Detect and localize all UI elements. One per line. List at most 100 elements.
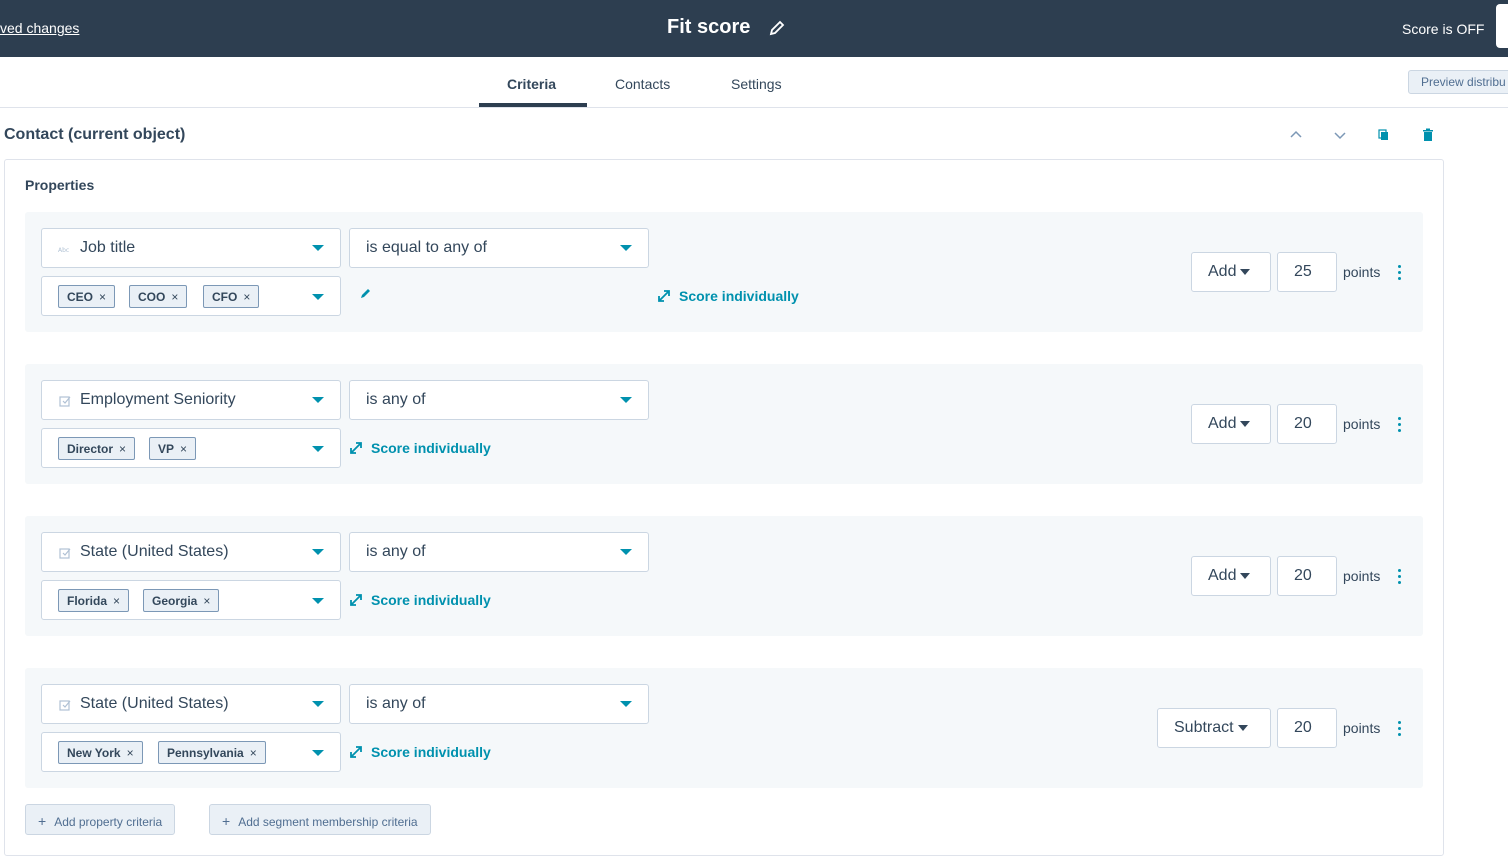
action-select[interactable]: Add [1191,404,1271,444]
remove-tag-icon[interactable]: × [119,442,126,456]
value-tag[interactable]: Director × [58,437,136,460]
action-select[interactable]: Subtract [1157,708,1271,748]
caret-down-icon [1237,724,1248,731]
edit-title-pencil-icon[interactable] [768,19,786,37]
more-options-icon[interactable] [1398,417,1402,433]
score-individually-link[interactable]: Score individually [657,288,799,304]
points-input[interactable]: 20 [1277,556,1337,596]
tag-label: CEO [67,290,94,304]
value-tag[interactable]: COO × [129,285,188,308]
edit-values-pencil-icon[interactable] [359,286,373,300]
value-tag[interactable]: Georgia × [143,589,220,612]
remove-tag-icon[interactable]: × [203,594,210,608]
expand-icon [350,746,362,758]
action-select[interactable]: Add [1191,556,1271,596]
property-label: Employment Seniority [80,391,236,408]
tag-label: Florida [67,594,108,608]
score-status: Score is OFF [1402,21,1485,37]
tag-label: Director [67,442,114,456]
remove-tag-icon[interactable]: × [171,290,178,304]
caret-down-icon [620,397,632,403]
points-label: points [1343,264,1381,280]
properties-title: Properties [25,177,95,193]
value-tag[interactable]: Pennsylvania × [158,741,266,764]
tag-label: New York [67,746,121,760]
remove-tag-icon[interactable]: × [113,594,120,608]
property-select[interactable]: State (United States) [41,532,341,572]
clone-icon[interactable] [1377,128,1391,142]
values-select[interactable]: New York × Pennsylvania × [41,732,341,772]
svg-text:Abc: Abc [58,247,69,254]
operator-select[interactable]: is any of [349,532,649,572]
values-select[interactable]: CEO × COO × CFO × [41,276,341,316]
criteria-row: State (United States) is any of New York… [25,668,1423,788]
add-property-label: Add property criteria [54,815,163,829]
value-tag[interactable]: VP × [149,437,197,460]
chevron-down-icon[interactable] [1333,128,1347,142]
points-input[interactable]: 25 [1277,252,1337,292]
score-individually-link[interactable]: Score individually [349,744,491,760]
value-tag[interactable]: New York × [58,741,143,764]
tab-contacts[interactable]: Contacts [615,76,670,92]
dropdown-field-icon [58,394,72,408]
points-input[interactable]: 20 [1277,404,1337,444]
criteria-row: State (United States) is any of Florida ×… [25,516,1423,636]
values-select[interactable]: Director × VP × [41,428,341,468]
operator-label: is equal to any of [366,239,487,256]
page-title: Fit score [667,16,751,38]
operator-select[interactable]: is equal to any of [349,228,649,268]
tab-criteria[interactable]: Criteria [507,76,556,92]
caret-down-icon [1240,268,1251,275]
action-label: Add [1208,567,1237,584]
tag-label: CFO [212,290,238,304]
remove-tag-icon[interactable]: × [250,746,257,760]
expand-icon [658,290,670,302]
score-individually-link[interactable]: Score individually [349,592,491,608]
section-title: Contact (current object) [4,126,186,143]
score-toggle[interactable] [1496,4,1508,48]
operator-label: is any of [366,543,426,560]
caret-down-icon [620,245,632,251]
tab-settings[interactable]: Settings [731,76,782,92]
property-select[interactable]: State (United States) [41,684,341,724]
more-options-icon[interactable] [1398,721,1402,737]
operator-select[interactable]: is any of [349,380,649,420]
add-segment-criteria-button[interactable]: + Add segment membership criteria [209,804,431,835]
property-select[interactable]: Employment Seniority [41,380,341,420]
preview-distribution-button[interactable]: Preview distribu [1408,70,1508,94]
caret-down-icon [312,245,324,251]
action-label: Add [1208,415,1237,432]
plus-icon: + [222,813,231,829]
caret-down-icon [620,549,632,555]
property-label: State (United States) [80,695,229,712]
values-select[interactable]: Florida × Georgia × [41,580,341,620]
delete-icon[interactable] [1421,128,1435,142]
tag-label: VP [158,442,175,456]
property-label: State (United States) [80,543,229,560]
points-input[interactable]: 20 [1277,708,1337,748]
value-tag[interactable]: CEO × [58,285,116,308]
action-select[interactable]: Add [1191,252,1271,292]
tag-label: Georgia [152,594,198,608]
more-options-icon[interactable] [1398,265,1402,281]
remove-tag-icon[interactable]: × [127,746,134,760]
score-individually-link[interactable]: Score individually [349,440,491,456]
score-individually-label: Score individually [371,440,491,456]
caret-down-icon [1240,420,1251,427]
more-options-icon[interactable] [1398,569,1402,585]
operator-select[interactable]: is any of [349,684,649,724]
remove-tag-icon[interactable]: × [99,290,106,304]
caret-down-icon [312,397,324,403]
value-tag[interactable]: Florida × [58,589,130,612]
value-tag[interactable]: CFO × [203,285,260,308]
points-label: points [1343,720,1381,736]
add-property-criteria-button[interactable]: + Add property criteria [25,804,176,835]
points-label: points [1343,568,1381,584]
property-select[interactable]: Abc Job title [41,228,341,268]
remove-tag-icon[interactable]: × [180,442,187,456]
remove-tag-icon[interactable]: × [243,290,250,304]
unsaved-changes-link[interactable]: ved changes [0,20,79,36]
property-label: Job title [80,239,136,256]
active-tab-indicator [479,103,587,107]
chevron-up-icon[interactable] [1289,128,1303,142]
